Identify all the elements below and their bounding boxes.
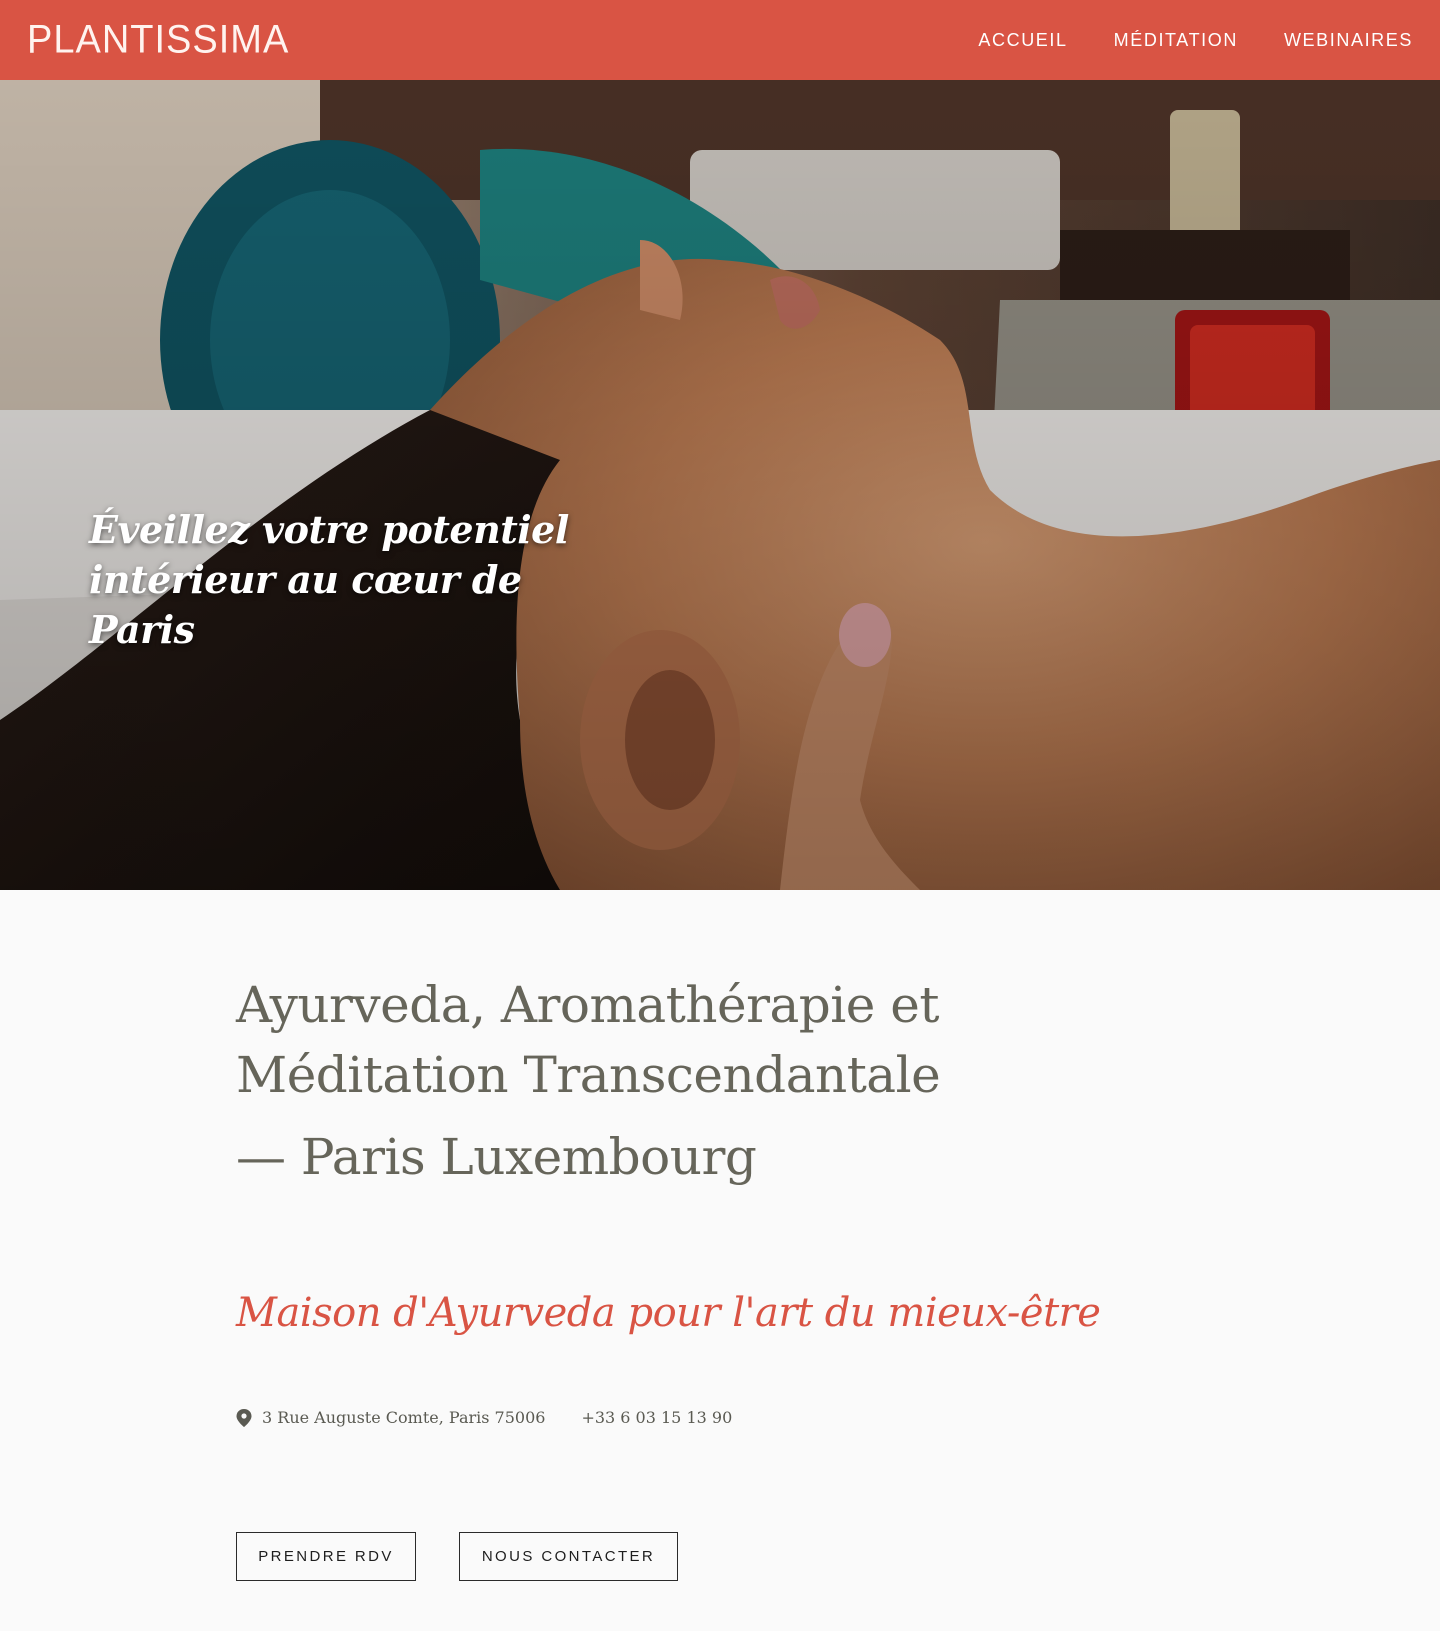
contact-info: 3 Rue Auguste Comte, Paris 75006 +33 6 0… — [236, 1408, 1136, 1427]
hero-headline-line2: intérieur au cœur de Paris — [89, 557, 522, 652]
hero-banner: Éveillez votre potentiel intérieur au cœ… — [0, 80, 1440, 890]
tagline: Maison d'Ayurveda pour l'art du mieux-êt… — [236, 1290, 1101, 1336]
page-title-line2: Méditation Transcendantale — [236, 1046, 941, 1104]
cta-buttons: PRENDRE RDV NOUS CONTACTER — [236, 1532, 678, 1581]
contact-us-button[interactable]: NOUS CONTACTER — [459, 1532, 678, 1581]
logo[interactable]: PLANTISSIMA — [27, 20, 289, 60]
map-pin-icon — [236, 1408, 252, 1427]
nav-item-meditation[interactable]: MÉDITATION — [1114, 30, 1238, 51]
nav-item-accueil[interactable]: ACCUEIL — [978, 30, 1067, 51]
hero-image — [0, 80, 1440, 890]
page-title: Ayurveda, Aromathérapie et Méditation Tr… — [236, 970, 1136, 1192]
site-header: PLANTISSIMA ACCUEIL MÉDITATION WEBINAIRE… — [0, 0, 1440, 80]
hero-headline: Éveillez votre potentiel intérieur au cœ… — [89, 505, 609, 655]
address-text[interactable]: 3 Rue Auguste Comte, Paris 75006 — [262, 1408, 545, 1427]
main-nav: ACCUEIL MÉDITATION WEBINAIRES — [978, 30, 1413, 51]
book-appointment-button[interactable]: PRENDRE RDV — [236, 1532, 416, 1581]
nav-item-webinaires[interactable]: WEBINAIRES — [1284, 30, 1413, 51]
hero-headline-line1: Éveillez votre potentiel — [89, 507, 569, 552]
page-title-line1: Ayurveda, Aromathérapie et — [236, 976, 939, 1034]
phone-number[interactable]: +33 6 03 15 13 90 — [581, 1408, 732, 1427]
page-title-line3: — Paris Luxembourg — [236, 1128, 757, 1186]
intro-section: Ayurveda, Aromathérapie et Méditation Tr… — [236, 970, 1136, 1581]
